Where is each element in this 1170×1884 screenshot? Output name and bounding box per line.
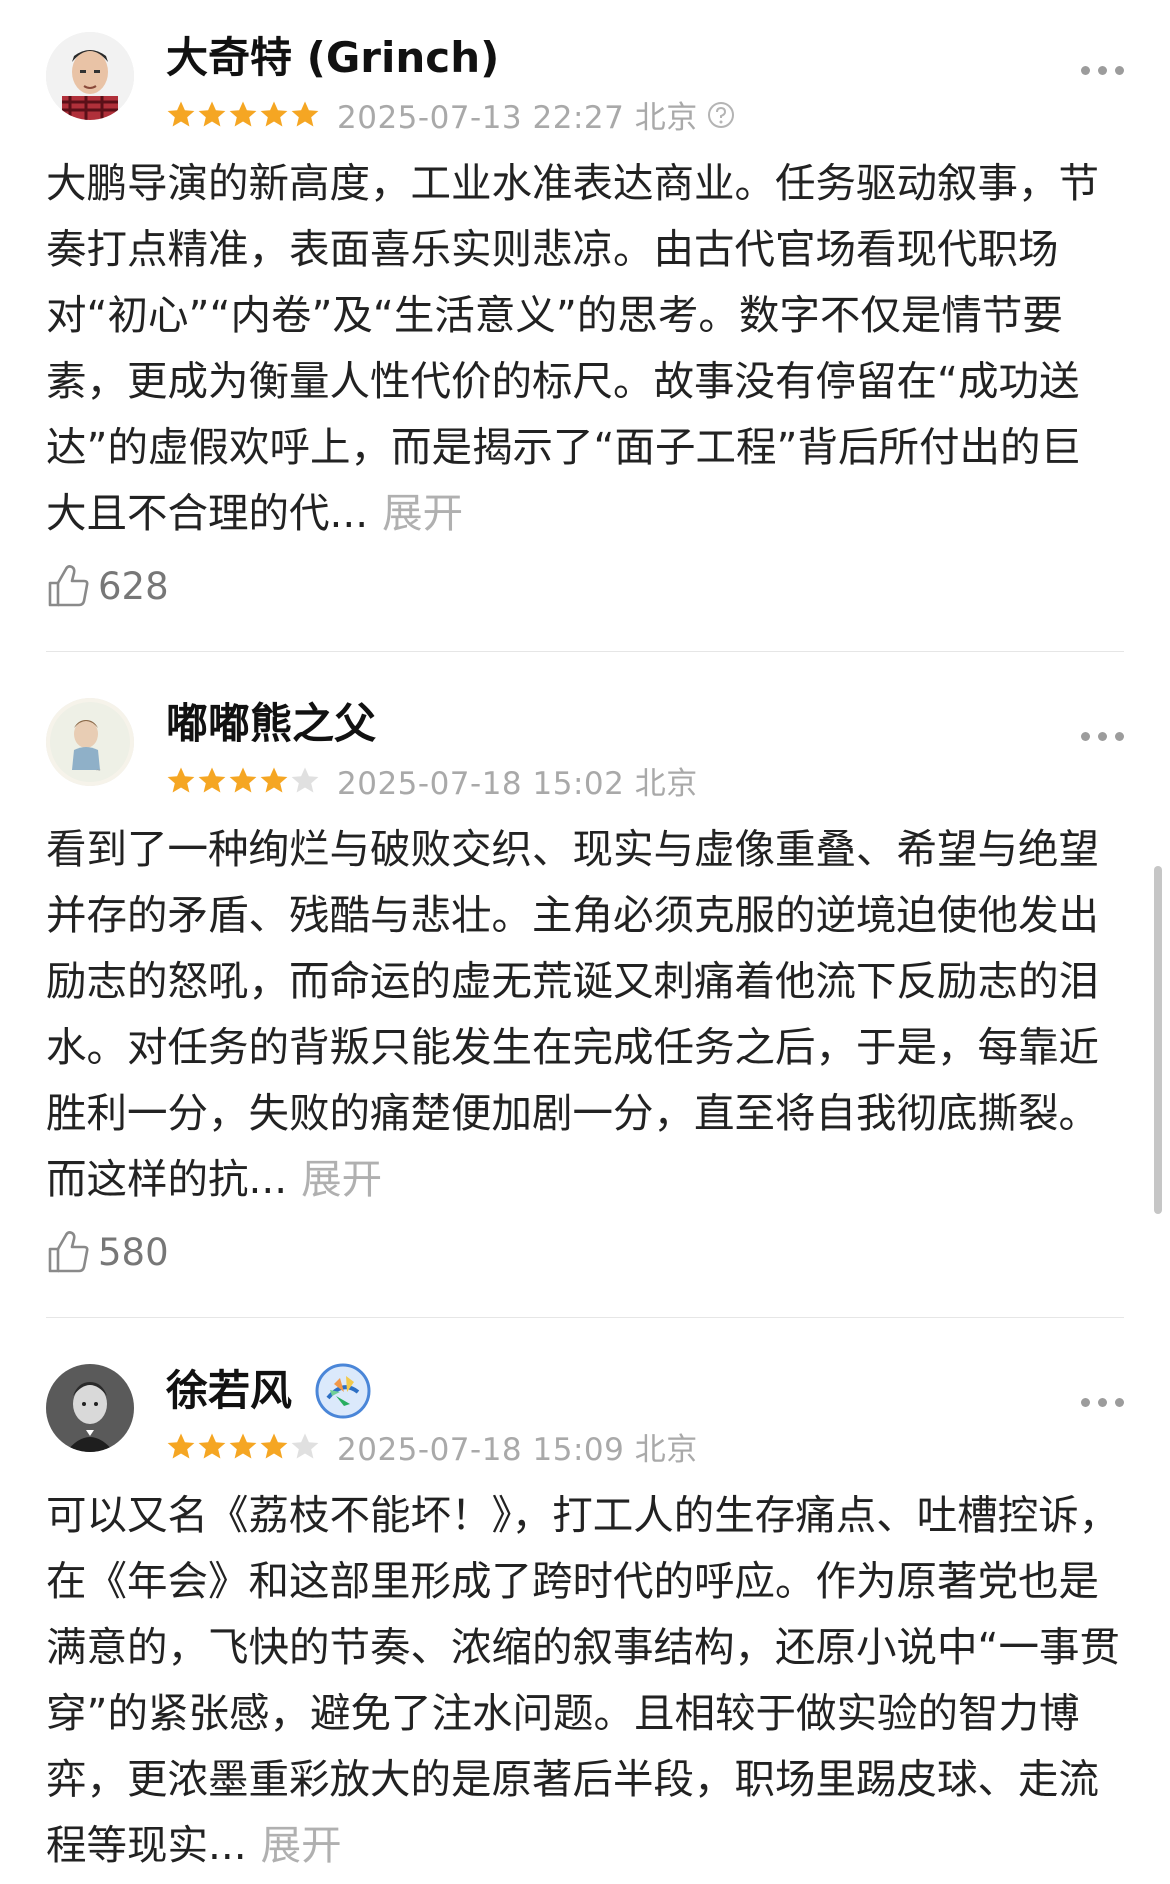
star-filled-icon bbox=[260, 767, 288, 792]
star-filled-icon bbox=[167, 1433, 195, 1458]
name-line: 嘟嘟熊之父 bbox=[166, 696, 376, 752]
review-body: 大鹏导演的新高度，工业水准表达商业。任务驱动叙事，节奏打点精准，表面喜乐实则悲凉… bbox=[46, 159, 1099, 537]
star-empty-icon bbox=[291, 1433, 319, 1458]
star-filled-icon bbox=[167, 767, 195, 792]
star-filled-icon bbox=[260, 101, 288, 126]
review-text: 大鹏导演的新高度，工业水准表达商业。任务驱动叙事，节奏打点精准，表面喜乐实则悲凉… bbox=[46, 150, 1120, 546]
star-filled-icon bbox=[291, 101, 319, 126]
svg-text:~: ~ bbox=[96, 767, 101, 774]
review-header: 徐若风 2025-07-18 15:09 北京 bbox=[0, 1332, 1170, 1482]
review-card: 大奇特 (Grinch) 2025-07-13 22:27 北京 大鹏导演的新高… bbox=[0, 0, 1170, 616]
like-row: 628 bbox=[46, 556, 1120, 616]
rating-stars bbox=[166, 100, 321, 130]
thumb-up-icon[interactable] bbox=[46, 1229, 90, 1275]
meta-line: 2025-07-13 22:27 北京 bbox=[166, 92, 736, 137]
name-line: 大奇特 (Grinch) bbox=[166, 30, 499, 86]
avatar[interactable] bbox=[46, 32, 134, 120]
expand-link[interactable]: 展开 bbox=[382, 489, 463, 537]
username[interactable]: 徐若风 bbox=[166, 1363, 292, 1419]
rating-stars bbox=[166, 1432, 321, 1462]
review-body: 看到了一种绚烂与破败交织、现实与虚像重叠、希望与绝望并存的矛盾、残酷与悲壮。主角… bbox=[46, 825, 1099, 1203]
review-card: 徐若风 2025-07-18 15:09 北京 可以又名《荔枝不能坏！》，打工人… bbox=[0, 1332, 1170, 1878]
scrollbar[interactable] bbox=[1154, 866, 1162, 1214]
star-filled-icon bbox=[198, 1433, 226, 1458]
review-date: 2025-07-18 15:02 北京 bbox=[337, 766, 698, 802]
verified-badge-icon[interactable] bbox=[314, 1362, 372, 1420]
expand-link[interactable]: 展开 bbox=[301, 1155, 382, 1203]
avatar[interactable] bbox=[46, 1364, 134, 1452]
star-filled-icon bbox=[198, 101, 226, 126]
review-text: 可以又名《荔枝不能坏！》，打工人的生存痛点、吐槽控诉，在《年会》和这部里形成了跨… bbox=[46, 1482, 1120, 1878]
meta-line: 2025-07-18 15:09 北京 bbox=[166, 1424, 698, 1469]
star-filled-icon bbox=[260, 1433, 288, 1458]
review-header: 大奇特 (Grinch) 2025-07-13 22:27 北京 bbox=[0, 0, 1170, 150]
review-body: 可以又名《荔枝不能坏！》，打工人的生存痛点、吐槽控诉，在《年会》和这部里形成了跨… bbox=[46, 1491, 1120, 1869]
more-icon[interactable] bbox=[1081, 732, 1124, 741]
review-header: ~ 嘟嘟熊之父 2025-07-18 15:02 北京 bbox=[0, 666, 1170, 816]
more-icon[interactable] bbox=[1081, 1398, 1124, 1407]
review-date: 2025-07-18 15:09 北京 bbox=[337, 1432, 698, 1468]
username[interactable]: 嘟嘟熊之父 bbox=[166, 696, 376, 752]
star-empty-icon bbox=[291, 767, 319, 792]
like-row: 580 bbox=[46, 1222, 1120, 1282]
divider bbox=[46, 651, 1124, 652]
divider bbox=[46, 1317, 1124, 1318]
review-date: 2025-07-13 22:27 北京 bbox=[337, 100, 698, 136]
like-count: 580 bbox=[98, 1230, 169, 1274]
help-icon[interactable] bbox=[706, 100, 736, 130]
meta-line: 2025-07-18 15:02 北京 bbox=[166, 758, 698, 803]
like-count: 628 bbox=[98, 564, 169, 608]
star-filled-icon bbox=[229, 101, 257, 126]
star-filled-icon bbox=[229, 1433, 257, 1458]
star-filled-icon bbox=[229, 767, 257, 792]
more-icon[interactable] bbox=[1081, 66, 1124, 75]
thumb-up-icon[interactable] bbox=[46, 563, 90, 609]
review-card: ~ 嘟嘟熊之父 2025-07-18 15:02 北京 看到了一种绚烂与破败交织… bbox=[0, 666, 1170, 1282]
name-line: 徐若风 bbox=[166, 1362, 372, 1420]
expand-link[interactable]: 展开 bbox=[261, 1821, 342, 1869]
avatar[interactable]: ~ bbox=[46, 698, 134, 786]
star-filled-icon bbox=[167, 101, 195, 126]
review-text: 看到了一种绚烂与破败交织、现实与虚像重叠、希望与绝望并存的矛盾、残酷与悲壮。主角… bbox=[46, 816, 1120, 1212]
username[interactable]: 大奇特 (Grinch) bbox=[166, 30, 499, 86]
star-filled-icon bbox=[198, 767, 226, 792]
rating-stars bbox=[166, 766, 321, 796]
